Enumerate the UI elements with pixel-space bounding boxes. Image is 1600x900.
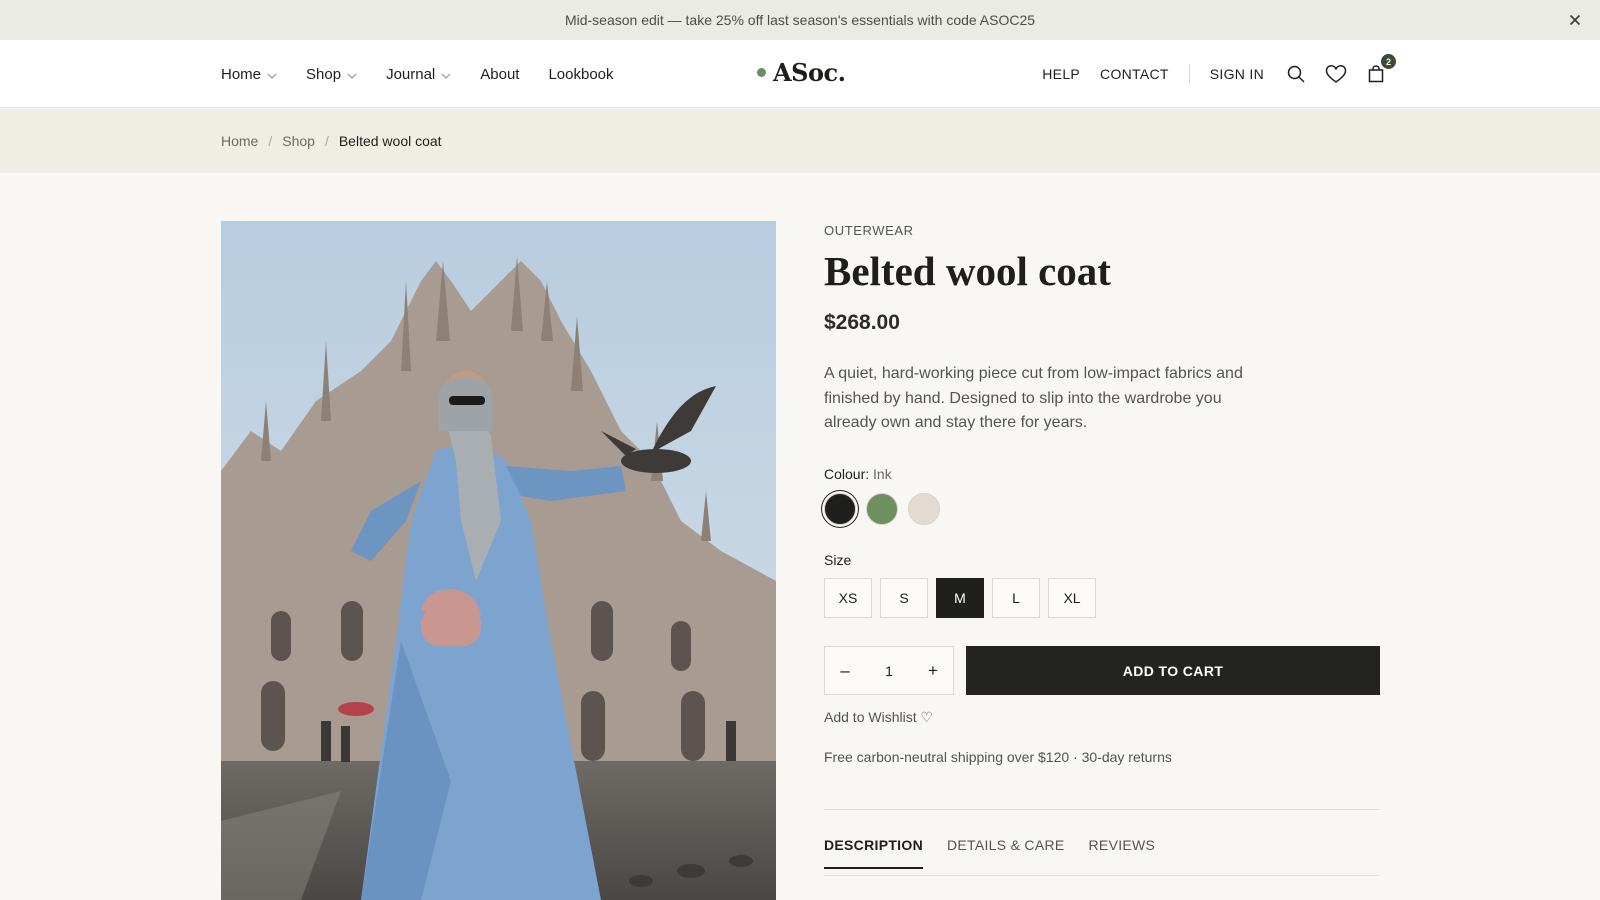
nav-label-shop: Shop bbox=[306, 65, 342, 83]
add-to-cart-button[interactable]: ADD TO CART bbox=[966, 646, 1380, 695]
swatch-oat[interactable] bbox=[908, 493, 940, 525]
logo-text: ASoc. bbox=[773, 58, 846, 87]
announcement-bar: Mid-season edit — take 25% off last seas… bbox=[0, 0, 1600, 40]
nav-label-home: Home bbox=[221, 65, 262, 83]
quantity-stepper: – + bbox=[824, 646, 954, 695]
sign-in-link[interactable]: SIGN IN bbox=[1210, 66, 1264, 82]
product-price: $268.00 bbox=[824, 311, 900, 334]
colour-label: Colour: Ink bbox=[824, 466, 892, 482]
colour-swatches bbox=[824, 493, 950, 525]
chevron-down-icon bbox=[347, 66, 357, 83]
cart-count-badge: 2 bbox=[1381, 54, 1396, 69]
help-link[interactable]: HELP bbox=[1042, 66, 1080, 82]
size-xl[interactable]: XL bbox=[1048, 578, 1096, 618]
product-category: OUTERWEAR bbox=[824, 223, 914, 238]
nav-item-shop[interactable]: Shop bbox=[306, 66, 357, 83]
product-description: A quiet, hard-working piece cut from low… bbox=[824, 365, 1243, 431]
contact-link[interactable]: CONTACT bbox=[1100, 66, 1169, 82]
close-icon[interactable] bbox=[1566, 11, 1584, 29]
nav-item-lookbook[interactable]: Lookbook bbox=[548, 66, 613, 83]
heart-icon[interactable] bbox=[1324, 62, 1348, 86]
quantity-decrease-button[interactable]: – bbox=[825, 647, 865, 694]
site-header: Home Shop Journal About Lookbook ASoc. H… bbox=[0, 40, 1600, 108]
breadcrumb-separator: / bbox=[268, 133, 273, 149]
size-s[interactable]: S bbox=[880, 578, 928, 618]
tab-description[interactable]: DESCRIPTION bbox=[824, 837, 923, 869]
tabs-bottom-divider bbox=[824, 875, 1380, 876]
size-xs[interactable]: XS bbox=[824, 578, 872, 618]
logo-dot bbox=[757, 68, 766, 77]
quantity-increase-button[interactable]: + bbox=[913, 647, 953, 694]
nav-item-journal[interactable]: Journal bbox=[386, 66, 451, 83]
quantity-input[interactable] bbox=[869, 647, 909, 694]
breadcrumb-current: Belted wool coat bbox=[338, 133, 442, 149]
chevron-down-icon bbox=[267, 66, 277, 83]
size-label: Size bbox=[824, 552, 852, 568]
site-logo[interactable]: ASoc. bbox=[757, 58, 846, 87]
tab-details-care[interactable]: DETAILS & CARE bbox=[947, 837, 1065, 869]
utility-nav: HELP CONTACT SIGN IN 2 bbox=[1042, 40, 1396, 108]
shipping-note: Free carbon-neutral shipping over $120 ·… bbox=[824, 749, 1172, 765]
nav-label-about: About bbox=[480, 65, 520, 83]
product-image[interactable] bbox=[221, 221, 776, 900]
announcement-text: Mid-season edit — take 25% off last seas… bbox=[564, 12, 1036, 28]
nav-item-about[interactable]: About bbox=[480, 66, 519, 83]
size-m[interactable]: M bbox=[936, 578, 984, 618]
breadcrumb-bar: Home / Shop / Belted wool coat bbox=[0, 109, 1600, 173]
add-to-wishlist-link[interactable]: Add to Wishlist ♡ bbox=[824, 709, 933, 726]
breadcrumb: Home / Shop / Belted wool coat bbox=[221, 109, 442, 173]
colour-value: Ink bbox=[873, 466, 892, 482]
swatch-ink[interactable] bbox=[824, 493, 856, 525]
size-options: XS S M L XL bbox=[824, 578, 1104, 618]
tabs-divider bbox=[824, 809, 1380, 810]
product-tabs: DESCRIPTION DETAILS & CARE REVIEWS bbox=[824, 837, 1380, 869]
breadcrumb-separator: / bbox=[324, 133, 329, 149]
bag-icon[interactable]: 2 bbox=[1364, 54, 1396, 86]
size-l[interactable]: L bbox=[992, 578, 1040, 618]
product-title: Belted wool coat bbox=[824, 248, 1111, 294]
main-nav: Home Shop Journal About Lookbook bbox=[221, 40, 643, 108]
nav-item-home[interactable]: Home bbox=[221, 66, 277, 83]
nav-label-journal: Journal bbox=[386, 65, 436, 83]
nav-label-lookbook: Lookbook bbox=[548, 65, 614, 83]
colour-label-text: Colour: bbox=[824, 466, 870, 482]
search-icon[interactable] bbox=[1284, 62, 1308, 86]
utility-divider bbox=[1188, 64, 1190, 84]
chevron-down-icon bbox=[441, 66, 451, 83]
breadcrumb-home[interactable]: Home bbox=[221, 133, 258, 149]
breadcrumb-shop[interactable]: Shop bbox=[282, 133, 315, 149]
tab-reviews[interactable]: REVIEWS bbox=[1089, 837, 1156, 869]
swatch-sage[interactable] bbox=[866, 493, 898, 525]
